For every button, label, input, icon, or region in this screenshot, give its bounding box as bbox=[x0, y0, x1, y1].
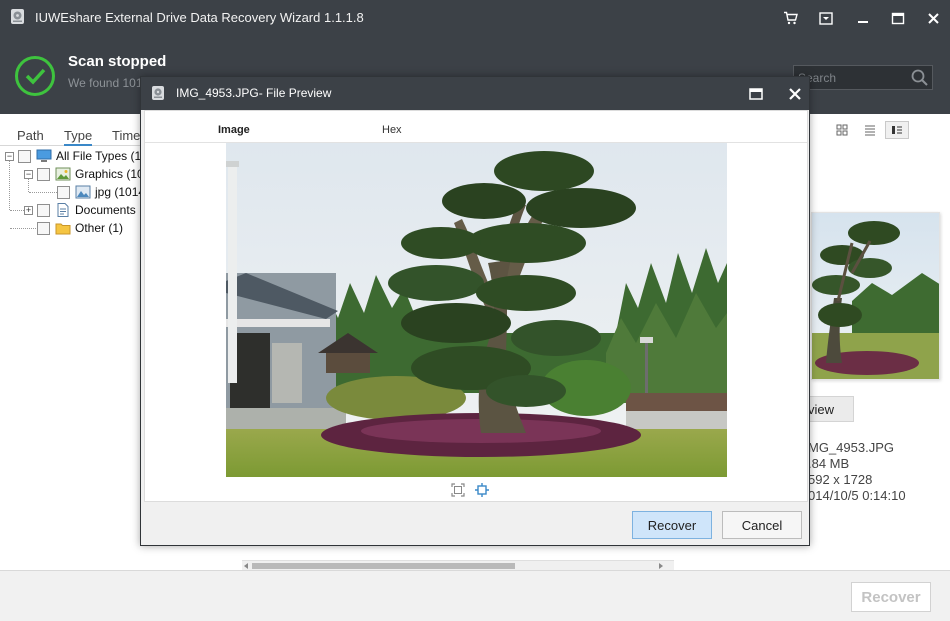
tab-image[interactable]: Image bbox=[218, 124, 250, 136]
horizontal-scrollbar[interactable] bbox=[242, 560, 674, 570]
file-preview-dialog: IMG_4953.JPG- File Preview Image Hex Rec… bbox=[140, 76, 810, 546]
search-input[interactable] bbox=[798, 69, 908, 87]
tree-item-jpg[interactable]: jpg (1014 bbox=[57, 183, 145, 201]
modified-date-value: 014/10/5 0:14:10 bbox=[808, 488, 906, 503]
checkbox[interactable] bbox=[37, 221, 50, 235]
menu-button[interactable] bbox=[815, 7, 837, 29]
success-icon bbox=[15, 56, 55, 96]
file-name-value: MG_4953.JPG bbox=[808, 440, 894, 455]
tab-time[interactable]: Time bbox=[112, 128, 140, 143]
tab-hex[interactable]: Hex bbox=[382, 124, 402, 136]
scan-status-subtitle: We found 101 bbox=[68, 76, 143, 90]
image-tool-bar bbox=[451, 483, 491, 497]
cart-icon bbox=[783, 11, 798, 25]
tree-item-label: Documents bbox=[75, 203, 136, 217]
title-bar: IUWEshare External Drive Data Recovery W… bbox=[0, 0, 950, 34]
scroll-left-icon[interactable] bbox=[243, 563, 249, 569]
dimensions-value: 592 x 1728 bbox=[808, 472, 873, 487]
scan-status-title: Scan stopped bbox=[68, 53, 167, 70]
view-mode-toolbar bbox=[808, 114, 950, 146]
maximize-icon[interactable] bbox=[747, 85, 765, 103]
file-info-panel: view MG_4953.JPG .84 MB 592 x 1728 014/1… bbox=[808, 146, 950, 570]
computer-icon bbox=[36, 149, 52, 162]
document-icon bbox=[57, 203, 69, 217]
fit-to-window-icon[interactable] bbox=[451, 483, 465, 497]
search-icon bbox=[911, 69, 928, 86]
search-button[interactable] bbox=[910, 68, 930, 88]
checkbox[interactable] bbox=[57, 185, 70, 199]
maximize-icon bbox=[891, 12, 905, 24]
close-icon[interactable] bbox=[786, 85, 804, 103]
tree-item-label: Graphics (10 bbox=[75, 167, 144, 181]
tab-path[interactable]: Path bbox=[17, 128, 44, 143]
detail-view-icon bbox=[892, 126, 902, 134]
preview-tab-bar: Image Hex bbox=[145, 111, 807, 143]
dialog-title-bar: IMG_4953.JPG- File Preview bbox=[141, 77, 809, 110]
close-button[interactable] bbox=[922, 7, 944, 29]
maximize-button[interactable] bbox=[887, 7, 909, 29]
tree-item-graphics[interactable]: − Graphics (10 bbox=[24, 165, 144, 183]
detail-view-button[interactable] bbox=[885, 121, 909, 139]
tree-item-other[interactable]: Other (1) bbox=[37, 219, 123, 237]
minimize-button[interactable] bbox=[852, 7, 874, 29]
preview-area: Image Hex bbox=[144, 110, 808, 502]
collapse-toggle[interactable]: − bbox=[5, 151, 14, 161]
checkbox[interactable] bbox=[37, 167, 50, 181]
close-icon bbox=[927, 12, 939, 24]
expand-toggle[interactable]: + bbox=[24, 205, 33, 215]
tree-item-label: Other (1) bbox=[75, 221, 124, 235]
collapse-toggle[interactable]: − bbox=[24, 169, 33, 179]
file-list-area bbox=[242, 546, 676, 570]
tab-type[interactable]: Type bbox=[64, 128, 93, 146]
checkbox[interactable] bbox=[18, 149, 31, 163]
preview-image bbox=[226, 143, 727, 477]
cart-button[interactable] bbox=[779, 7, 801, 29]
footer-bar: Recover bbox=[0, 570, 950, 621]
dialog-title: IMG_4953.JPG- File Preview bbox=[176, 86, 332, 100]
scroll-right-icon[interactable] bbox=[658, 563, 664, 569]
menu-dropdown-icon bbox=[819, 11, 833, 25]
dialog-recover-button[interactable]: Recover bbox=[632, 511, 712, 539]
dialog-cancel-button[interactable]: Cancel bbox=[722, 511, 802, 539]
thumbnail-image bbox=[811, 212, 940, 380]
checkbox[interactable] bbox=[37, 203, 50, 217]
thumbnail-view-icon bbox=[836, 124, 848, 136]
app-drive-icon bbox=[11, 9, 24, 24]
image-folder-icon bbox=[55, 167, 71, 181]
thumbnail-view-button[interactable] bbox=[830, 121, 854, 139]
tree-item-documents[interactable]: + Documents bbox=[24, 201, 136, 219]
recover-button[interactable]: Recover bbox=[851, 582, 931, 612]
preview-button[interactable]: view bbox=[808, 396, 854, 422]
tree-item-label: jpg (1014 bbox=[95, 185, 146, 199]
scrollbar-thumb[interactable] bbox=[252, 563, 515, 569]
actual-size-icon[interactable] bbox=[475, 483, 489, 497]
search-box bbox=[793, 65, 933, 90]
folder-icon bbox=[55, 223, 71, 235]
app-drive-icon bbox=[152, 86, 164, 100]
list-view-button[interactable] bbox=[858, 121, 882, 139]
file-size-value: .84 MB bbox=[808, 456, 850, 471]
tree-item-all-types[interactable]: − All File Types (10 bbox=[5, 147, 148, 165]
window-title: IUWEshare External Drive Data Recovery W… bbox=[35, 10, 364, 25]
jpg-file-icon bbox=[75, 185, 91, 199]
tree-item-label: All File Types (10 bbox=[56, 149, 148, 163]
minimize-icon bbox=[858, 21, 868, 23]
list-view-icon bbox=[865, 125, 875, 136]
